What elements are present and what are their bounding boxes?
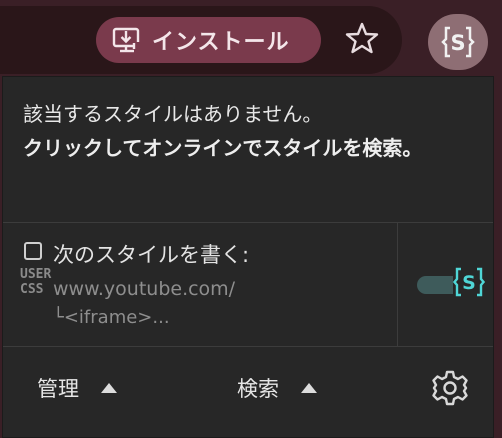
- manage-label: 管理: [37, 377, 79, 401]
- no-styles-text: 該当するスタイルはありません。: [23, 102, 323, 126]
- search-label: 検索: [237, 377, 279, 401]
- gear-icon[interactable]: [431, 369, 469, 407]
- vertical-divider: [397, 223, 398, 346]
- triangle-up-icon: [101, 383, 117, 393]
- stylus-s-icon: S: [453, 266, 485, 298]
- write-style-iframe-link[interactable]: └<iframe>...: [53, 307, 170, 328]
- stylus-extension-button[interactable]: S: [428, 14, 488, 70]
- frame-label: <iframe>...: [63, 307, 170, 328]
- usercss-icon: USER CSS: [20, 267, 51, 297]
- search-menu-button[interactable]: 検索: [237, 373, 317, 403]
- write-style-site-link[interactable]: www.youtube.com/: [53, 278, 235, 300]
- install-style-button[interactable]: インストール: [96, 17, 321, 63]
- triangle-up-icon: [301, 383, 317, 393]
- usercss-text-user: USER: [20, 267, 52, 282]
- write-style-checkbox[interactable]: [24, 242, 42, 260]
- svg-text:S: S: [450, 31, 465, 55]
- manage-menu-button[interactable]: 管理: [37, 373, 117, 403]
- divider: [3, 346, 493, 347]
- stylus-s-icon: S: [441, 26, 475, 58]
- usercss-toggle[interactable]: S: [417, 266, 485, 298]
- star-icon[interactable]: [344, 20, 380, 56]
- browser-toolbar: インストール S: [0, 0, 502, 78]
- install-button-label: インストール: [152, 30, 290, 55]
- write-style-label[interactable]: 次のスタイルを書く:: [53, 239, 249, 269]
- install-download-icon: [112, 27, 141, 53]
- usercss-text-css: CSS: [20, 282, 44, 297]
- svg-text:S: S: [462, 272, 476, 294]
- frame-branch-glyph: └: [53, 307, 64, 328]
- find-styles-link[interactable]: クリックしてオンラインでスタイルを検索。: [23, 131, 473, 165]
- divider: [3, 222, 493, 223]
- no-styles-message: 該当するスタイルはありません。 クリックしてオンラインでスタイルを検索。: [23, 97, 473, 165]
- stylus-popup: 該当するスタイルはありません。 クリックしてオンラインでスタイルを検索。 次のス…: [2, 76, 494, 438]
